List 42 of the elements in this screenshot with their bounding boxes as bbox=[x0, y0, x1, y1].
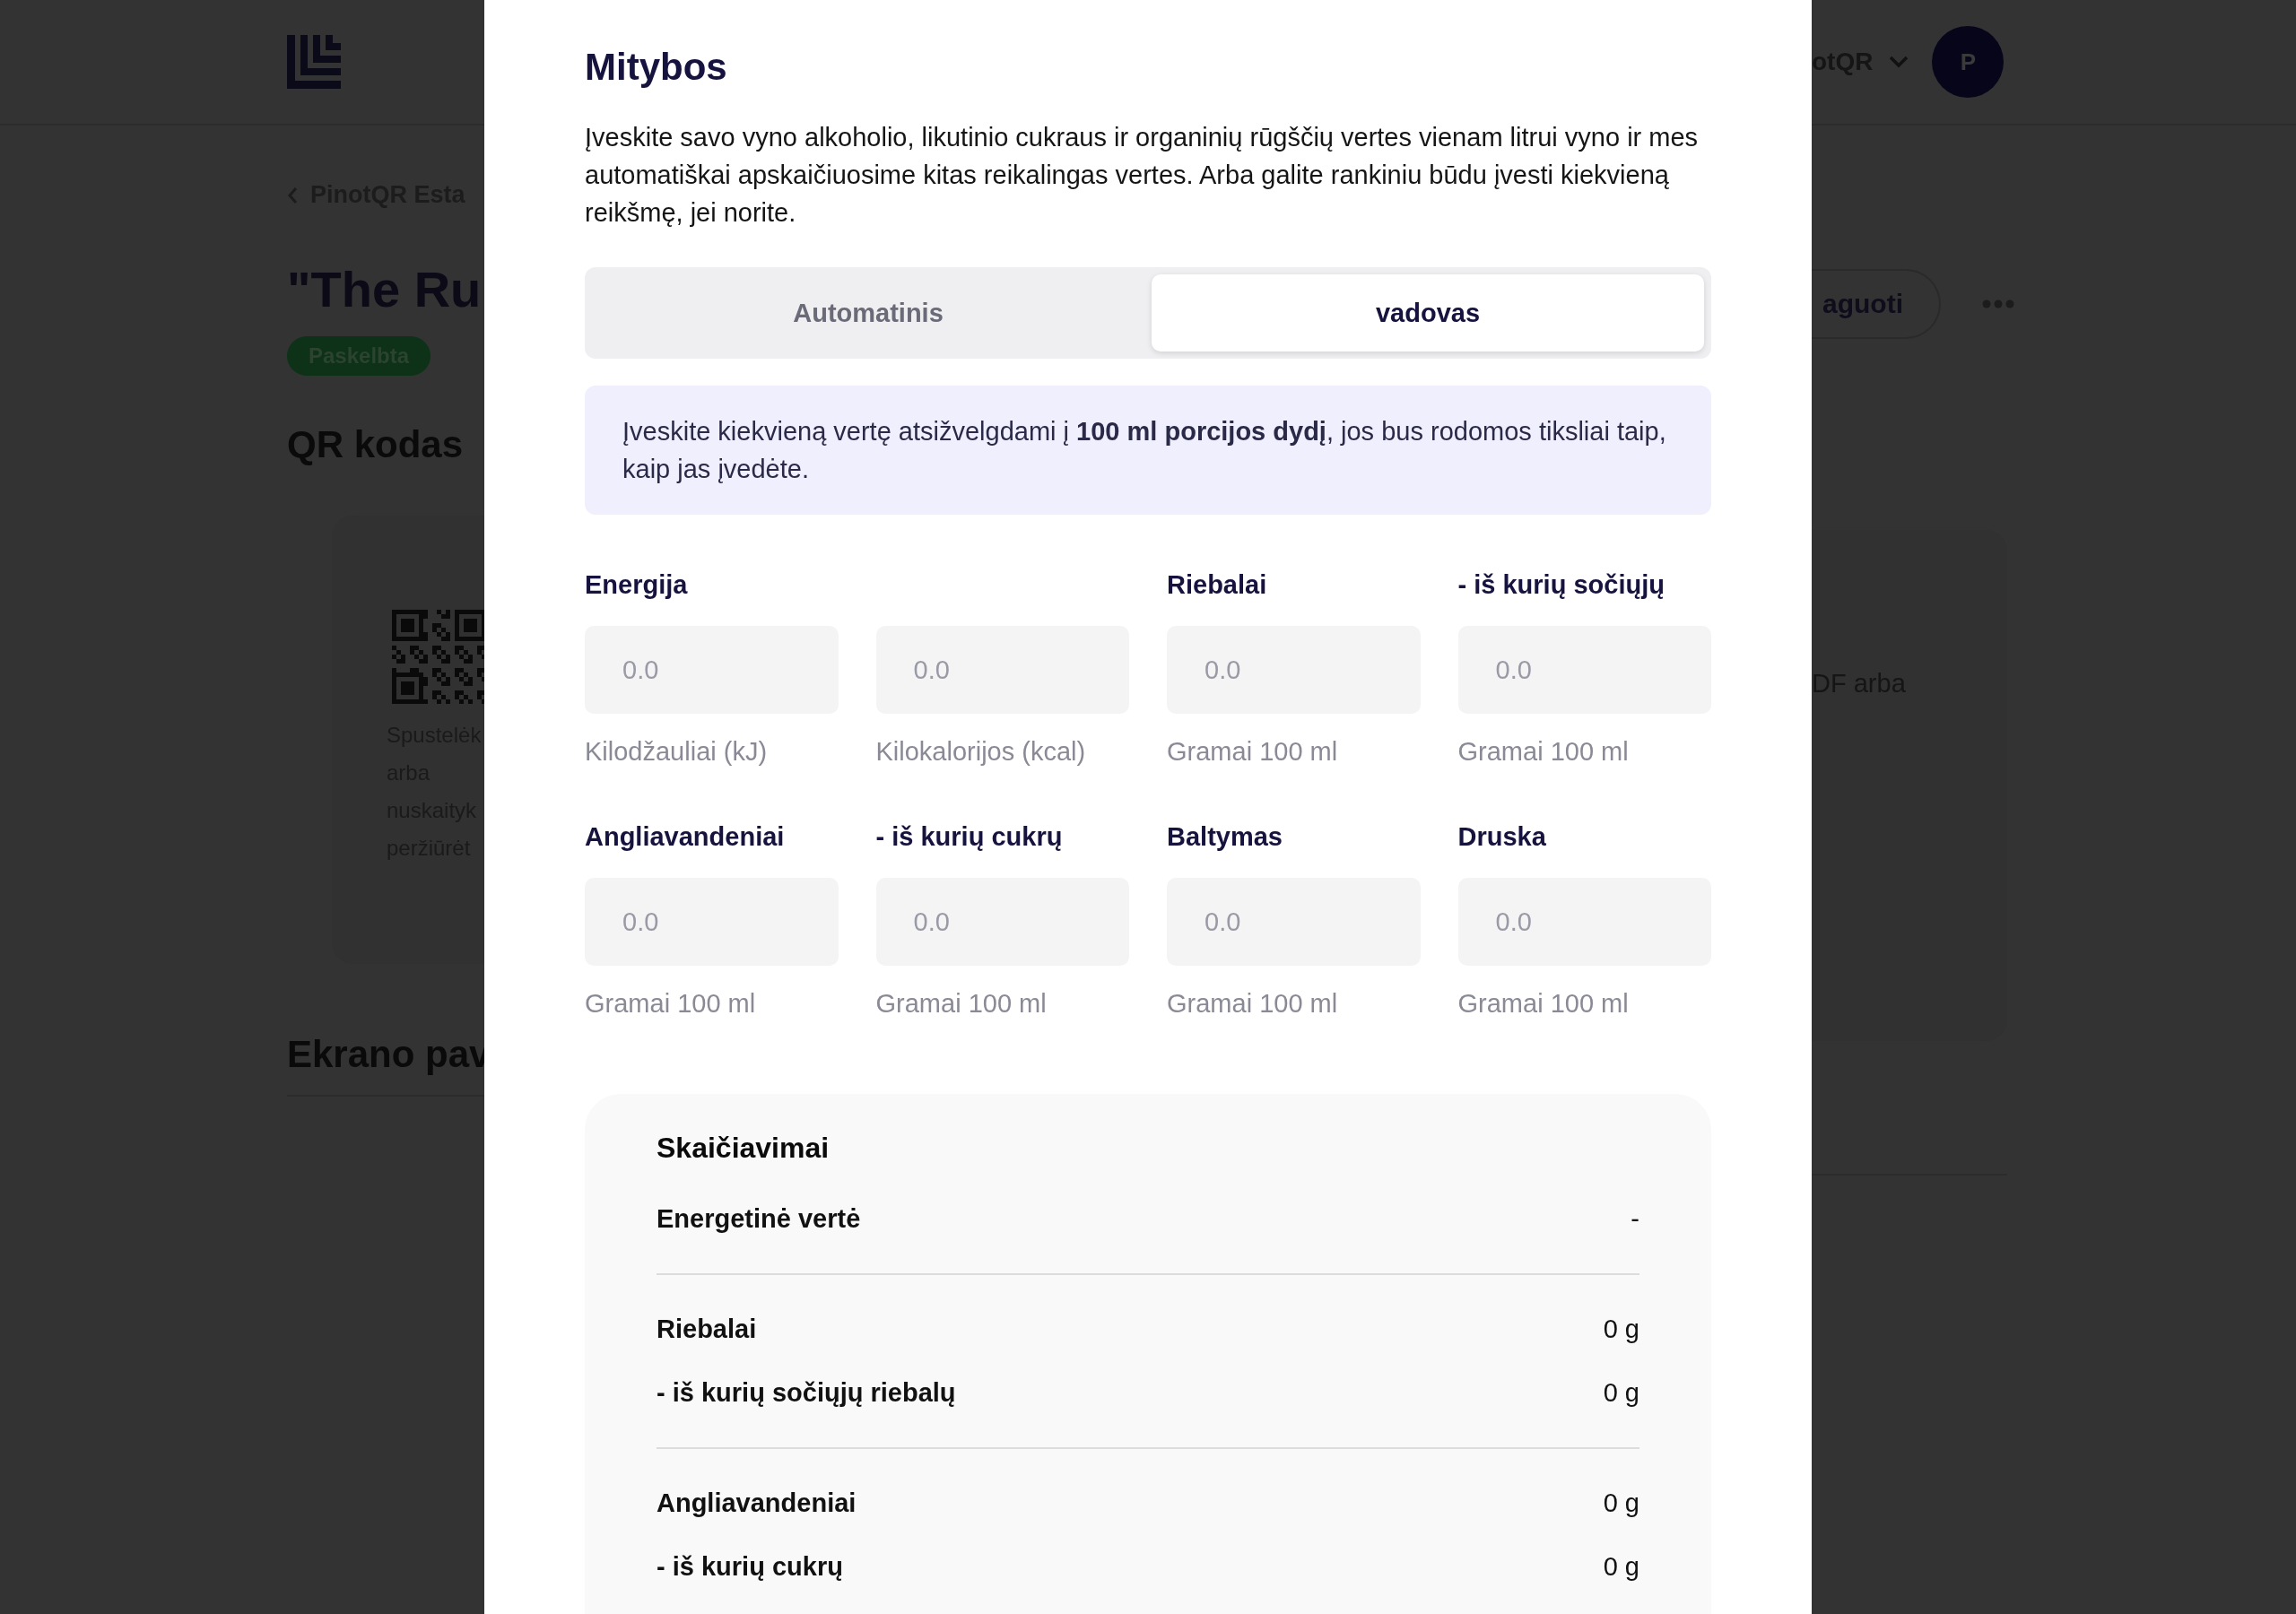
field-label: Riebalai bbox=[1167, 570, 1268, 602]
input-field[interactable]: 0.0 bbox=[875, 626, 1129, 715]
logo-icon[interactable] bbox=[287, 35, 341, 89]
nutrient-label: - iš kurių sočiųjų riebalų bbox=[657, 1378, 956, 1409]
nutrient-label: - iš kurių cukrų bbox=[657, 1552, 843, 1583]
field-hint: Gramai 100 ml bbox=[585, 989, 757, 1020]
field-label: Druska bbox=[1457, 822, 1547, 854]
nutrient-value: 0 g bbox=[1603, 1552, 1639, 1583]
input-field[interactable]: 0.0 bbox=[585, 626, 839, 715]
field-hint: Gramai 100 ml bbox=[1457, 737, 1630, 768]
chevron-down-icon[interactable] bbox=[1889, 56, 1909, 68]
field-hint: Kilokalorijos (kcal) bbox=[875, 737, 1087, 768]
nutrient-label: Riebalai bbox=[657, 1315, 757, 1345]
nutrient-value: - bbox=[1631, 1204, 1639, 1235]
info-text: Įveskite kiekvieną vertę atsižvelgdami į 100 ml porcijos dydį, jos bus rodomos tiksliai taip, kaip jas įvedėte. bbox=[622, 417, 1666, 484]
mode-tab[interactable]: Automatinis bbox=[592, 274, 1144, 352]
field-label: Energija bbox=[585, 570, 689, 602]
nutrient-value: 0 g bbox=[1603, 1488, 1639, 1519]
input-field[interactable]: 0.0 bbox=[875, 878, 1129, 967]
card-title: Skaičiavimai bbox=[657, 1132, 831, 1166]
field-label: - iš kurių cukrų bbox=[875, 822, 1064, 854]
chevron-left-icon[interactable] bbox=[287, 186, 298, 204]
nutrient-label: Energetinė vertė bbox=[657, 1204, 861, 1235]
field-hint: Gramai 100 ml bbox=[1167, 989, 1339, 1020]
nutrient-value: 0 g bbox=[1603, 1378, 1639, 1409]
input-field[interactable]: 0.0 bbox=[1167, 878, 1421, 967]
field-label: - iš kurių sočiųjų bbox=[1457, 570, 1665, 602]
field-hint: Gramai 100 ml bbox=[1457, 989, 1630, 1020]
field-hint: Kilodžauliai (kJ) bbox=[585, 737, 769, 768]
field-hint: Gramai 100 ml bbox=[1167, 737, 1339, 768]
nutrient-value: 0 g bbox=[1603, 1315, 1639, 1345]
field-hint: Gramai 100 ml bbox=[875, 989, 1048, 1020]
input-field[interactable]: 0.0 bbox=[585, 878, 839, 967]
mode-tab[interactable]: vadovas bbox=[1152, 274, 1704, 352]
input-field[interactable]: 0.0 bbox=[1457, 878, 1711, 967]
input-field[interactable]: 0.0 bbox=[1167, 626, 1421, 715]
field-label: Angliavandeniai bbox=[585, 822, 786, 854]
input-field[interactable]: 0.0 bbox=[1457, 626, 1711, 715]
field-label: Baltymas bbox=[1167, 822, 1283, 854]
nutrient-label: Angliavandeniai bbox=[657, 1488, 857, 1519]
dialog-title: Mitybos bbox=[585, 45, 728, 90]
intro-text: Įveskite savo vyno alkoholio, likutinio cukraus ir organinių rūgščių vertes vienam litrui vyno ir mes automatiškai apskaičiuosime kitas reikalingas vertes. Arba galite rankiniu būdu įvesti kiekvieną reikšmę, jei norite. bbox=[585, 122, 1700, 230]
